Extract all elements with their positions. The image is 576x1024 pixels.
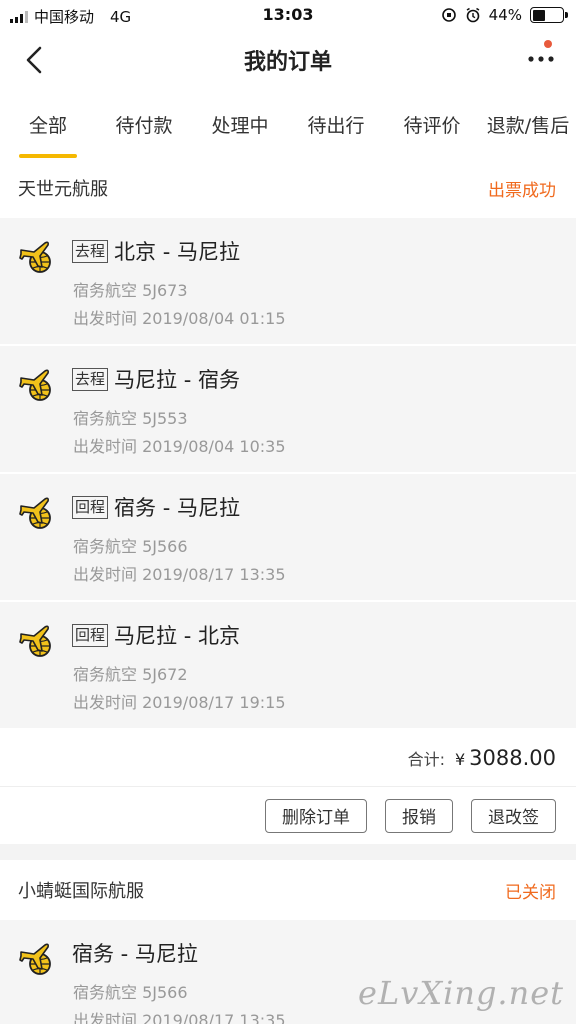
merchant-name: 天世元航服: [18, 179, 108, 200]
plane-icon: [19, 497, 51, 529]
refund-change-button[interactable]: 退改签: [471, 798, 556, 833]
plane-icon: [19, 369, 51, 401]
tab-processing[interactable]: 处理中: [192, 90, 288, 158]
plane-icon: [19, 241, 51, 273]
tab-all[interactable]: 全部: [0, 90, 96, 158]
order-status: 已关闭: [505, 882, 556, 903]
chevron-left-icon: [26, 46, 42, 74]
reimburse-button[interactable]: 报销: [385, 798, 453, 833]
back-button[interactable]: [18, 42, 54, 78]
flight-route: 马尼拉 - 宿务: [114, 368, 240, 392]
total-amount: ¥3088.00: [455, 746, 556, 770]
total-label: 合计:: [407, 750, 445, 769]
more-button[interactable]: [524, 40, 558, 74]
total-amount-value: 3088.00: [469, 746, 556, 770]
merchant-name: 小蜻蜓国际航服: [18, 881, 144, 902]
departure-time: 出发时间 2019/08/04 01:15: [73, 309, 286, 328]
flight-route: 宿务 - 马尼拉: [114, 496, 240, 520]
order-actions: 删除订单 报销 退改签: [0, 786, 576, 844]
trip-direction-badge: 去程: [72, 239, 109, 263]
status-bar: 中国移动 4G 13:03 44%: [0, 0, 576, 30]
notification-dot: [544, 40, 552, 48]
flight-number: 宿务航空 5J672: [73, 665, 188, 684]
flight-segment[interactable]: 回程 马尼拉 - 北京 宿务航空 5J672 出发时间 2019/08/17 1…: [0, 602, 576, 730]
plane-icon: [19, 625, 51, 657]
order-tabs: 全部 待付款 处理中 待出行 待评价 退款/售后: [0, 90, 576, 158]
order-total: 合计: ¥3088.00: [0, 730, 576, 786]
departure-time: 出发时间 2019/08/17 13:35: [73, 565, 286, 584]
flight-route: 马尼拉 - 北京: [114, 624, 240, 648]
departure-time: 出发时间 2019/08/17 13:35: [73, 1011, 286, 1024]
nav-bar: 我的订单: [0, 30, 576, 90]
departure-time: 出发时间 2019/08/04 10:35: [73, 437, 286, 456]
tab-refund[interactable]: 退款/售后: [480, 90, 576, 158]
flight-route: 宿务 - 马尼拉: [72, 942, 198, 966]
departure-time: 出发时间 2019/08/17 19:15: [73, 693, 286, 712]
currency-symbol: ¥: [454, 750, 466, 769]
tab-pending-payment[interactable]: 待付款: [96, 90, 192, 158]
order-card[interactable]: 天世元航服 出票成功 去程 北京 - 马尼拉 宿务航空 5J673 出发时间 2…: [0, 158, 576, 844]
more-dots-icon: [528, 56, 554, 62]
flight-segment[interactable]: 去程 北京 - 马尼拉 宿务航空 5J673 出发时间 2019/08/04 0…: [0, 218, 576, 346]
trip-direction-badge: 去程: [72, 367, 109, 391]
order-status: 出票成功: [488, 180, 556, 201]
flight-number: 宿务航空 5J553: [73, 409, 188, 428]
flight-segment[interactable]: 去程 马尼拉 - 宿务 宿务航空 5J553 出发时间 2019/08/04 1…: [0, 346, 576, 474]
tab-pending-travel[interactable]: 待出行: [288, 90, 384, 158]
flight-segment[interactable]: 回程 宿务 - 马尼拉 宿务航空 5J566 出发时间 2019/08/17 1…: [0, 474, 576, 602]
trip-direction-badge: 回程: [72, 495, 109, 519]
delete-order-button[interactable]: 删除订单: [265, 798, 367, 833]
alarm-icon: [466, 7, 480, 23]
rotation-lock-icon: [441, 8, 456, 22]
trip-direction-badge: 回程: [72, 623, 109, 647]
flight-route: 北京 - 马尼拉: [114, 240, 240, 264]
watermark: eLvXing.net: [358, 974, 564, 1012]
battery-icon: [530, 7, 568, 23]
flight-number: 宿务航空 5J673: [73, 281, 188, 300]
plane-icon: [19, 943, 51, 975]
flight-number: 宿务航空 5J566: [73, 983, 188, 1002]
tab-pending-review[interactable]: 待评价: [384, 90, 480, 158]
flight-number: 宿务航空 5J566: [73, 537, 188, 556]
page-title: 我的订单: [243, 50, 332, 75]
battery-percent: 44%: [488, 6, 522, 24]
